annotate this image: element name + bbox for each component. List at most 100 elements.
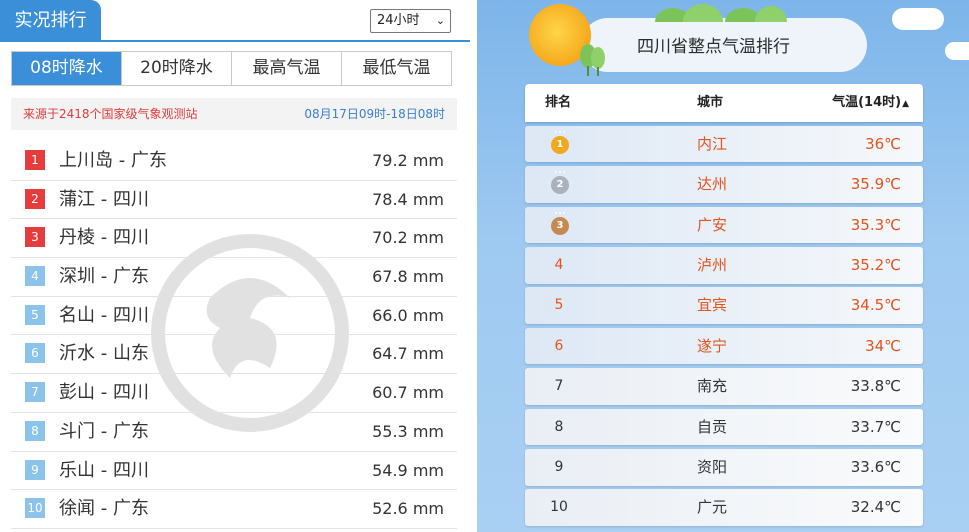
bronze-medal-icon: 3 (551, 211, 569, 235)
rank-badge: 10 (25, 498, 45, 519)
period-select-value: 24小时 (377, 13, 420, 28)
column-header-rank: 排名 (545, 95, 572, 110)
column-header-temperature[interactable]: 气温(14时)▲ (832, 84, 909, 123)
temperature-value: 33.7℃ (850, 417, 901, 436)
chevron-down-icon: ⌄ (435, 14, 445, 27)
list-item[interactable]: 6 沂水 - 山东 64.7 mm (11, 335, 457, 375)
city-name: 广安 (697, 215, 728, 234)
station-name: 深圳 - 广东 (59, 266, 149, 288)
column-header-city: 城市 (697, 95, 724, 110)
temperature-value: 35.2℃ (850, 256, 901, 275)
table-row[interactable]: 3 广安 35.3℃ (525, 206, 923, 244)
station-name: 蒲江 - 四川 (59, 188, 149, 210)
station-name: 沂水 - 山东 (59, 343, 149, 365)
list-item[interactable]: 7 彭山 - 四川 60.7 mm (11, 374, 457, 413)
source-bar: 来源于2418个国家级气象观测站 08月17日09时-18日08时 (11, 98, 457, 130)
rank-badge: 6 (25, 343, 45, 364)
station-name: 名山 - 四川 (59, 304, 149, 326)
temperature-value: 33.6℃ (850, 458, 901, 477)
table-row[interactable]: 6 遂宁 34℃ (525, 327, 923, 365)
table-row[interactable]: 1 内江 36℃ (525, 125, 923, 163)
city-name: 泸州 (697, 256, 728, 275)
table-row[interactable]: 10 广元 32.4℃ (525, 489, 923, 526)
ranking-tabs: 08时降水 20时降水 最高气温 最低气温 (11, 51, 452, 86)
precipitation-ranking-panel: 实况排行 24小时 ⌄ 08时降水 20时降水 最高气温 最低气温 来源于2418个国… (0, 0, 470, 532)
tab-2[interactable]: 最高气温 (231, 52, 341, 85)
rank-number: 6 (554, 337, 564, 354)
city-name: 宜宾 (697, 296, 728, 315)
rank-badge: 8 (25, 420, 45, 441)
temperature-value: 35.9℃ (850, 175, 901, 194)
temperature-value: 36℃ (865, 134, 901, 153)
precipitation-value: 67.8 mm (372, 267, 444, 287)
precipitation-list: 1 上川岛 - 广东 79.2 mm 2 蒲江 - 四川 78.4 mm 3 丹棱 - 四川 7… (11, 142, 457, 529)
hills-icon (655, 4, 787, 22)
precipitation-value: 66.0 mm (372, 305, 444, 325)
precipitation-value: 64.7 mm (372, 344, 444, 364)
panel-header: 实况排行 24小时 ⌄ (0, 0, 470, 42)
city-name: 南充 (697, 377, 728, 396)
station-name: 彭山 - 四川 (59, 382, 149, 404)
temperature-ranking-panel: 四川省整点气温排行 排名 城市 气温(14时)▲ 1 内江 36℃ 2 达州 35.9℃ 3… (477, 0, 969, 532)
list-item[interactable]: 3 丹棱 - 四川 70.2 mm (11, 219, 457, 259)
silver-medal-icon: 2 (551, 171, 569, 195)
rank-number: 9 (554, 459, 564, 476)
temperature-value: 33.8℃ (850, 377, 901, 396)
list-item[interactable]: 1 上川岛 - 广东 79.2 mm (11, 142, 457, 181)
table-row[interactable]: 7 南充 33.8℃ (525, 368, 923, 405)
table-row[interactable]: 9 资阳 33.6℃ (525, 449, 923, 486)
tab-0[interactable]: 08时降水 (12, 52, 121, 85)
rank-badge: 1 (25, 150, 45, 170)
tree-icon (580, 44, 605, 76)
station-name: 徐闻 - 广东 (59, 498, 149, 520)
rank-badge: 7 (25, 382, 45, 403)
tab-1[interactable]: 20时降水 (121, 52, 231, 85)
list-item[interactable]: 10 徐闻 - 广东 52.6 mm (11, 490, 457, 529)
source-text: 来源于2418个国家级气象观测站 (23, 107, 198, 121)
list-item[interactable]: 2 蒲江 - 四川 78.4 mm (11, 181, 457, 220)
temperature-value: 32.4℃ (850, 498, 901, 517)
table-body: 1 内江 36℃ 2 达州 35.9℃ 3 广安 35.3℃ 4 泸州 35.2℃ 5 宜宾 34.5℃ 6 遂… (525, 125, 923, 526)
rank-number: 7 (554, 378, 564, 395)
table-row[interactable]: 8 自贡 33.7℃ (525, 408, 923, 446)
table-row[interactable]: 2 达州 35.9℃ (525, 166, 923, 203)
precipitation-value: 55.3 mm (372, 421, 444, 441)
rank-badge: 4 (25, 266, 45, 287)
sort-up-icon: ▲ (902, 99, 909, 109)
precipitation-value: 70.2 mm (372, 228, 444, 248)
city-name: 达州 (697, 175, 728, 194)
list-item[interactable]: 4 深圳 - 广东 67.8 mm (11, 258, 457, 297)
cloud-decoration (945, 42, 969, 60)
rank-number: 8 (554, 418, 564, 435)
city-name: 资阳 (697, 458, 728, 477)
column-header-temperature-label: 气温(14时) (832, 95, 902, 110)
list-item[interactable]: 9 乐山 - 四川 54.9 mm (11, 452, 457, 491)
cloud-decoration (892, 8, 944, 30)
precipitation-value: 60.7 mm (372, 383, 444, 403)
rank-badge: 5 (25, 304, 45, 325)
precipitation-value: 79.2 mm (372, 151, 444, 170)
temperature-value: 35.3℃ (850, 215, 901, 234)
rank-number: 4 (554, 257, 564, 274)
table-row[interactable]: 5 宜宾 34.5℃ (525, 287, 923, 324)
station-name: 上川岛 - 广东 (59, 150, 167, 171)
period-select[interactable]: 24小时 ⌄ (370, 9, 451, 33)
station-name: 乐山 - 四川 (59, 459, 149, 481)
rank-number: 10 (550, 499, 568, 516)
temperature-value: 34℃ (865, 336, 901, 355)
time-range-text: 08月17日09时-18日08时 (304, 107, 445, 121)
rank-number: 5 (554, 297, 564, 314)
temperature-value: 34.5℃ (850, 296, 901, 315)
gold-medal-icon: 1 (551, 130, 569, 154)
tab-3[interactable]: 最低气温 (341, 52, 451, 85)
list-item[interactable]: 5 名山 - 四川 66.0 mm (11, 297, 457, 336)
list-item[interactable]: 8 斗门 - 广东 55.3 mm (11, 413, 457, 452)
city-name: 广元 (697, 498, 728, 517)
page-title: 四川省整点气温排行 (637, 37, 790, 57)
city-name: 内江 (697, 134, 728, 153)
temperature-table: 排名 城市 气温(14时)▲ 1 内江 36℃ 2 达州 35.9℃ 3 广安 35.3℃ 4 泸州… (525, 84, 923, 526)
table-row[interactable]: 4 泸州 35.2℃ (525, 247, 923, 284)
panel-title: 实况排行 (0, 0, 101, 42)
station-name: 丹棱 - 四川 (59, 227, 149, 249)
city-name: 自贡 (697, 417, 728, 436)
